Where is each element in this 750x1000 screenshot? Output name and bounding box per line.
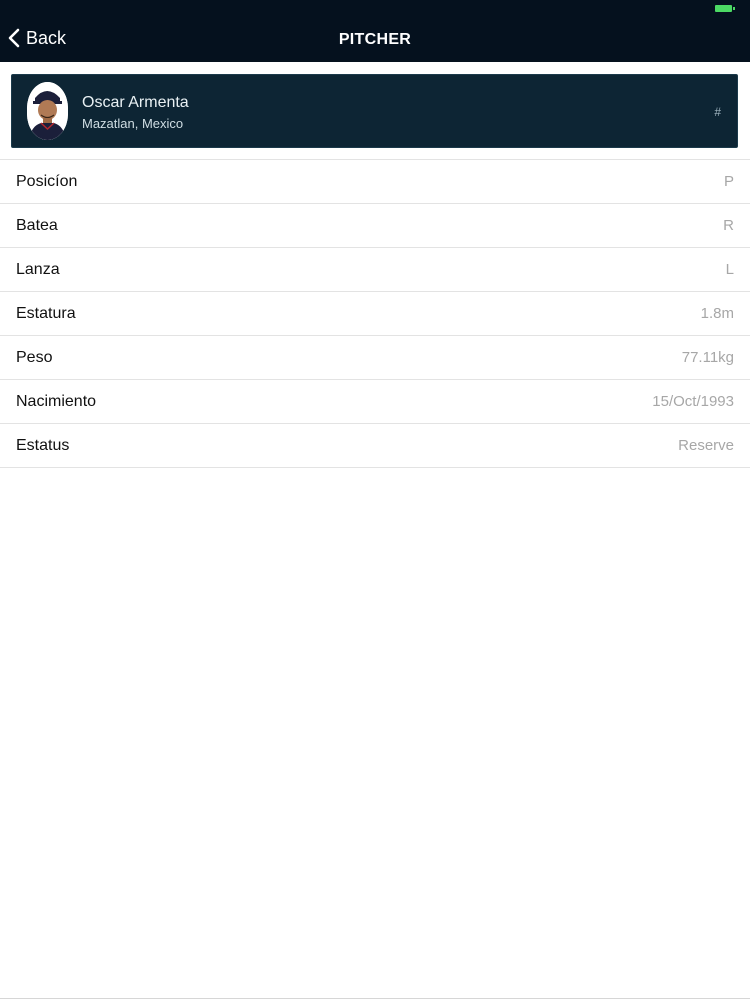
player-name: Oscar Armenta	[82, 94, 189, 111]
navigation-bar: Back PITCHER	[0, 14, 750, 62]
player-card: Oscar Armenta Mazatlan, Mexico #	[11, 74, 738, 148]
detail-value: 1.8m	[700, 305, 734, 322]
detail-value: R	[723, 217, 734, 234]
detail-value: L	[725, 261, 734, 278]
detail-label: Peso	[16, 348, 53, 366]
detail-row-bats: Batea R	[0, 204, 750, 248]
detail-row-throws: Lanza L	[0, 248, 750, 292]
detail-label: Nacimiento	[16, 392, 97, 410]
player-origin: Mazatlan, Mexico	[82, 116, 184, 131]
detail-value: P	[723, 173, 734, 190]
detail-label: Lanza	[16, 260, 60, 278]
details-list: Posicíon P Batea R Lanza L Estatura 1.8m…	[0, 160, 750, 468]
detail-row-status: Estatus Reserve	[0, 424, 750, 468]
detail-row-birth: Nacimiento 15/Oct/1993	[0, 380, 750, 424]
player-avatar	[27, 82, 68, 140]
detail-value: Reserve	[678, 437, 734, 454]
bottom-divider	[0, 998, 750, 999]
detail-row-height: Estatura 1.8m	[0, 292, 750, 336]
detail-row-weight: Peso 77.11kg	[0, 336, 750, 380]
detail-value: 15/Oct/1993	[652, 393, 734, 410]
detail-label: Estatus	[16, 436, 70, 454]
detail-row-position: Posicíon P	[0, 160, 750, 204]
status-bar	[0, 0, 750, 14]
detail-label: Estatura	[16, 304, 76, 322]
detail-label: Posicíon	[16, 172, 78, 190]
battery-icon	[715, 5, 735, 12]
page-title: PITCHER	[338, 31, 412, 48]
player-number: #	[714, 105, 721, 119]
detail-label: Batea	[16, 216, 58, 234]
detail-value: 77.11kg	[681, 349, 734, 366]
